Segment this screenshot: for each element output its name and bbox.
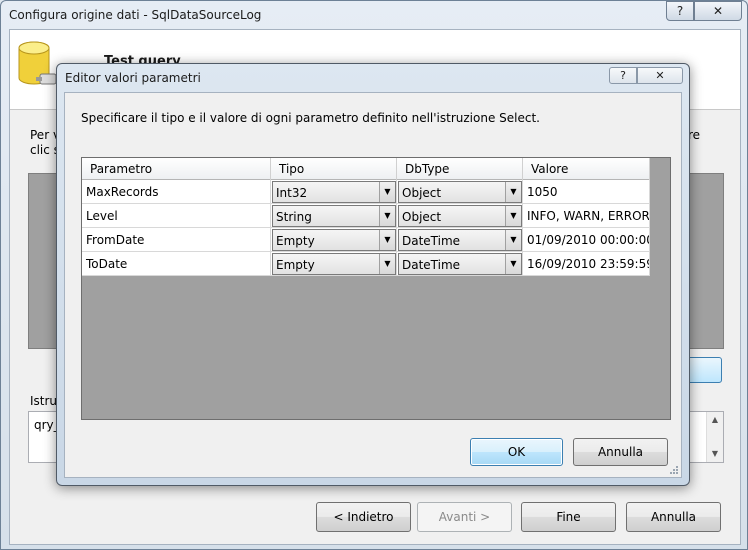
parameter-value[interactable]: 1050 bbox=[527, 185, 558, 199]
parameter-name: ToDate bbox=[86, 257, 128, 271]
wizard-cancel-button[interactable]: Annulla bbox=[626, 502, 721, 532]
cell-dbtype: Object ▼ bbox=[397, 180, 523, 204]
tipo-value: String bbox=[276, 210, 312, 224]
cell-tipo: Empty ▼ bbox=[271, 228, 397, 252]
column-header-dbtype[interactable]: DbType bbox=[397, 158, 523, 180]
column-header-tipo[interactable]: Tipo bbox=[271, 158, 397, 180]
cell-parametro: ToDate bbox=[82, 252, 271, 276]
parameter-name: FromDate bbox=[86, 233, 145, 247]
window-title: Configura origine dati - SqlDataSourceLo… bbox=[9, 8, 262, 22]
dialog-title: Editor valori parametri bbox=[65, 71, 201, 85]
cell-parametro: FromDate bbox=[82, 228, 271, 252]
cell-parametro: Level bbox=[82, 204, 271, 228]
parameter-name: MaxRecords bbox=[86, 185, 159, 199]
tipo-value: Empty bbox=[276, 234, 315, 248]
dbtype-select[interactable]: DateTime ▼ bbox=[398, 229, 522, 251]
tipo-value: Empty bbox=[276, 258, 315, 272]
cell-tipo: Int32 ▼ bbox=[271, 180, 397, 204]
cell-valore[interactable]: 01/09/2010 00:00:00 bbox=[523, 228, 650, 252]
dialog-client: Specificare il tipo e il valore di ogni … bbox=[64, 92, 682, 478]
parameter-editor-dialog: Editor valori parametri ? ✕ Specificare … bbox=[56, 63, 690, 486]
chevron-down-icon[interactable]: ▼ bbox=[505, 230, 521, 250]
chevron-down-icon[interactable]: ▼ bbox=[379, 230, 395, 250]
table-row[interactable]: FromDate Empty ▼ DateTime ▼ 01/09/2010 00:… bbox=[82, 228, 650, 252]
cell-valore[interactable]: INFO, WARN, ERROR, bbox=[523, 204, 650, 228]
dialog-cancel-button[interactable]: Annulla bbox=[573, 438, 668, 466]
scroll-down-icon[interactable]: ▼ bbox=[707, 446, 723, 462]
column-header-valore[interactable]: Valore bbox=[523, 158, 650, 180]
help-button[interactable]: ? bbox=[666, 1, 694, 21]
dialog-description: Specificare il tipo e il valore di ogni … bbox=[81, 111, 540, 125]
back-button[interactable]: < Indietro bbox=[316, 502, 411, 532]
table-row[interactable]: ToDate Empty ▼ DateTime ▼ 16/09/2010 23:59… bbox=[82, 252, 650, 276]
dialog-help-button[interactable]: ? bbox=[609, 67, 637, 84]
chevron-down-icon[interactable]: ▼ bbox=[379, 206, 395, 226]
close-button[interactable]: ✕ bbox=[694, 1, 742, 21]
chevron-down-icon[interactable]: ▼ bbox=[505, 182, 521, 202]
scroll-up-icon[interactable]: ▲ bbox=[707, 412, 723, 428]
parameter-value[interactable]: INFO, WARN, ERROR, bbox=[527, 209, 649, 223]
column-header-parametro[interactable]: Parametro bbox=[82, 158, 271, 180]
dbtype-value: DateTime bbox=[402, 234, 461, 248]
tipo-value: Int32 bbox=[276, 186, 308, 200]
dialog-close-button[interactable]: ✕ bbox=[637, 67, 683, 84]
dbtype-value: Object bbox=[402, 186, 442, 200]
sql-scrollbar[interactable]: ▲ ▼ bbox=[706, 412, 723, 462]
parameter-value[interactable]: 16/09/2010 23:59:59 bbox=[527, 257, 649, 271]
tipo-select[interactable]: Empty ▼ bbox=[272, 229, 396, 251]
chevron-down-icon[interactable]: ▼ bbox=[505, 206, 521, 226]
cell-valore[interactable]: 1050 bbox=[523, 180, 650, 204]
chevron-down-icon[interactable]: ▼ bbox=[379, 254, 395, 274]
next-button[interactable]: Avanti > bbox=[417, 502, 512, 532]
cell-dbtype: Object ▼ bbox=[397, 204, 523, 228]
tipo-select[interactable]: Empty ▼ bbox=[272, 253, 396, 275]
cell-tipo: Empty ▼ bbox=[271, 252, 397, 276]
resize-grip-icon[interactable] bbox=[669, 465, 679, 475]
cell-tipo: String ▼ bbox=[271, 204, 397, 228]
database-icon bbox=[18, 41, 60, 85]
tipo-select[interactable]: Int32 ▼ bbox=[272, 181, 396, 203]
chevron-down-icon[interactable]: ▼ bbox=[379, 182, 395, 202]
grid-header: Parametro Tipo DbType Valore bbox=[82, 158, 650, 180]
cell-valore[interactable]: 16/09/2010 23:59:59 bbox=[523, 252, 650, 276]
dbtype-value: Object bbox=[402, 210, 442, 224]
tipo-select[interactable]: String ▼ bbox=[272, 205, 396, 227]
chevron-down-icon[interactable]: ▼ bbox=[505, 254, 521, 274]
dbtype-select[interactable]: DateTime ▼ bbox=[398, 253, 522, 275]
parameters-grid: Parametro Tipo DbType Valore MaxRecords … bbox=[81, 157, 671, 420]
dbtype-select[interactable]: Object ▼ bbox=[398, 181, 522, 203]
table-row[interactable]: MaxRecords Int32 ▼ Object ▼ 1050 bbox=[82, 180, 650, 204]
dbtype-value: DateTime bbox=[402, 258, 461, 272]
parameter-name: Level bbox=[86, 209, 118, 223]
cell-parametro: MaxRecords bbox=[82, 180, 271, 204]
table-row[interactable]: Level String ▼ Object ▼ INFO, WARN, ERROR, bbox=[82, 204, 650, 228]
cell-dbtype: DateTime ▼ bbox=[397, 228, 523, 252]
finish-button[interactable]: Fine bbox=[521, 502, 616, 532]
ok-button[interactable]: OK bbox=[470, 438, 563, 466]
parameter-value[interactable]: 01/09/2010 00:00:00 bbox=[527, 233, 649, 247]
cell-dbtype: DateTime ▼ bbox=[397, 252, 523, 276]
dbtype-select[interactable]: Object ▼ bbox=[398, 205, 522, 227]
